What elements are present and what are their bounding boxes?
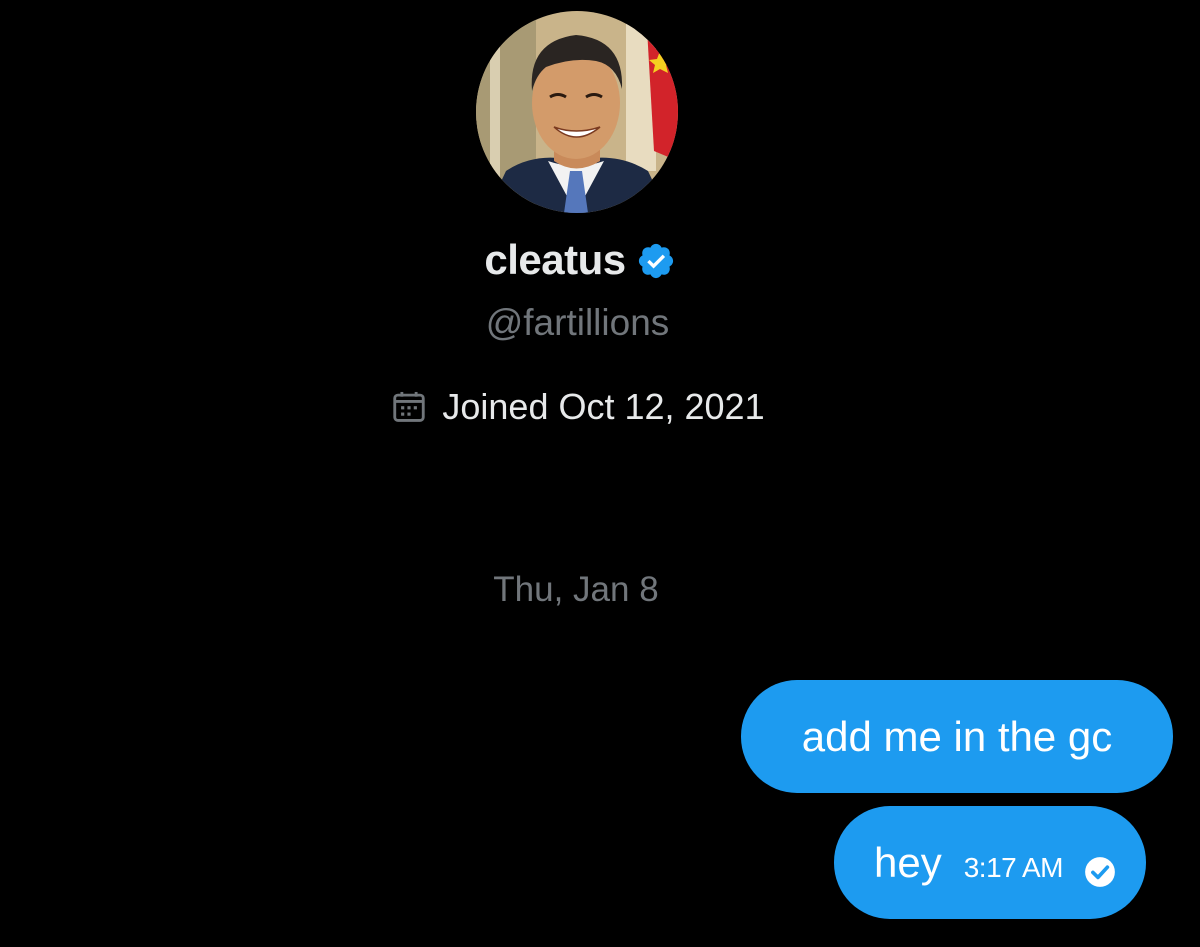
name-row: cleatus [0,236,1160,284]
message-bubble[interactable]: hey 3:17 AM [834,806,1146,919]
user-handle: @fartillions [485,302,670,343]
verified-badge-icon[interactable] [636,241,676,281]
avatar-photo [476,11,678,213]
date-divider: Thu, Jan 8 [493,570,659,609]
joined-date: Joined Oct 12, 2021 [442,386,765,427]
calendar-icon [390,388,428,426]
display-name[interactable]: cleatus [484,236,626,284]
message-meta: 3:17 AM [963,851,1117,887]
message-text: hey [874,838,942,886]
message-text: add me in the gc [801,712,1113,760]
joined-date-row: Joined Oct 12, 2021 [0,386,1155,428]
message-timestamp: 3:17 AM [963,851,1064,883]
avatar[interactable] [476,11,678,213]
message-bubble[interactable]: add me in the gc [741,680,1173,793]
read-check-icon [1083,851,1117,887]
